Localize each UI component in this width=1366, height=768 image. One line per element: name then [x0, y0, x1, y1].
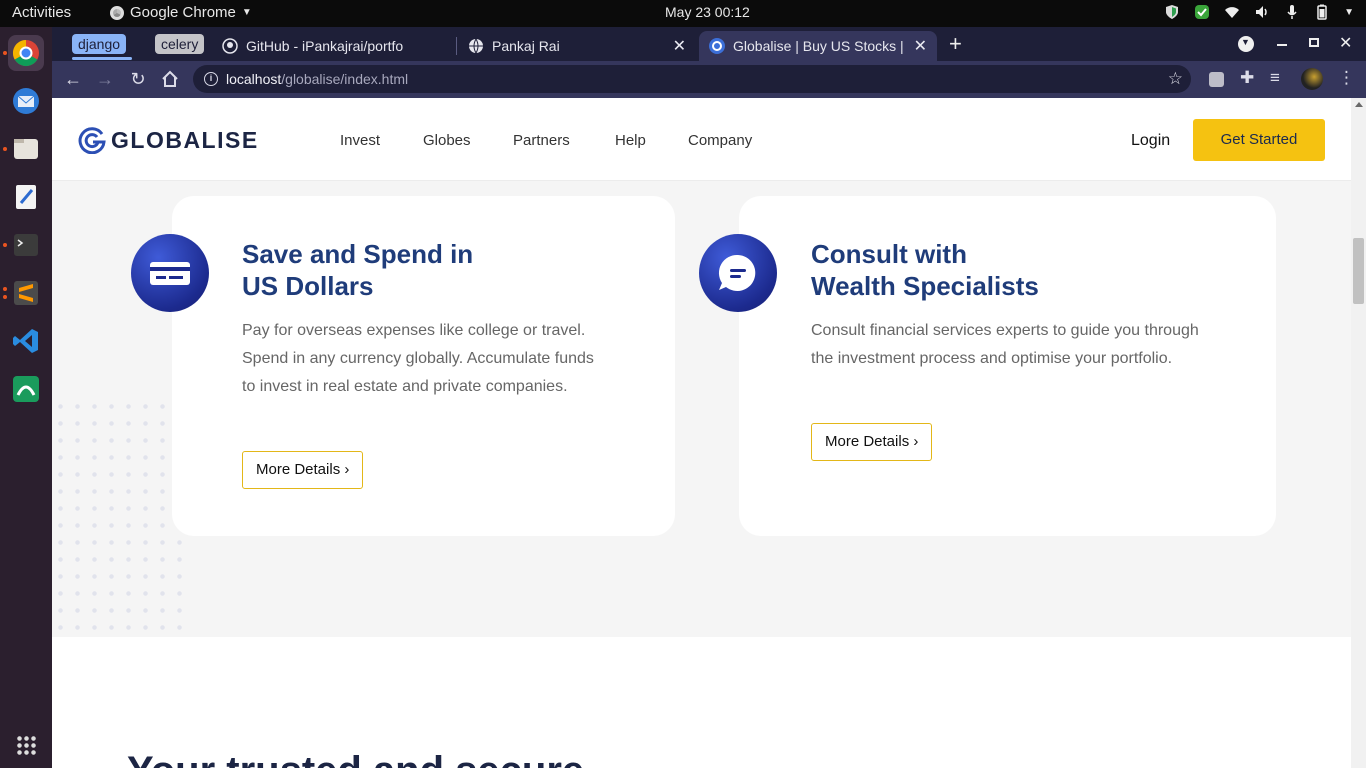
more-details-button[interactable]: More Details › — [242, 451, 364, 489]
app-green-icon[interactable] — [8, 371, 44, 407]
card-title: Save and Spend in US Dollars — [242, 239, 474, 301]
chat-bubble-icon — [699, 234, 777, 312]
get-started-button[interactable]: Get Started — [1193, 119, 1325, 161]
scrollbar-thumb[interactable] — [1353, 238, 1364, 304]
extensions-puzzle-icon[interactable]: ✚ — [1240, 68, 1254, 88]
tab-title: GitHub - iPankajrai/portfo — [246, 38, 404, 54]
close-tab-icon[interactable]: ✕ — [914, 36, 927, 56]
tab-globalise[interactable]: Globalise | Buy US Stocks | ✕ — [699, 31, 937, 61]
url-host: localhost — [226, 71, 282, 87]
thunderbird-icon[interactable] — [8, 83, 44, 119]
tab-separator — [456, 37, 457, 55]
back-icon[interactable]: ← — [62, 68, 84, 90]
text-editor-icon[interactable] — [8, 179, 44, 215]
files-icon[interactable] — [8, 131, 44, 167]
tab-title: Globalise | Buy US Stocks | — [733, 38, 904, 54]
card-description: Consult financial services experts to gu… — [811, 322, 1199, 367]
bookmark-star-icon[interactable]: ☆ — [1168, 65, 1183, 93]
tab-title: Pankaj Rai — [492, 38, 560, 54]
tab-strip: django celery GitHub - iPankajrai/portfo… — [52, 27, 1366, 61]
site-header: GLOBALISE Invest Globes Partners Help Co… — [52, 98, 1351, 180]
update-icon — [1195, 5, 1210, 19]
reload-icon[interactable]: ↻ — [127, 68, 149, 90]
globalise-logo-icon — [78, 127, 106, 154]
nav-company[interactable]: Company — [688, 132, 752, 149]
extension-screenshot-icon[interactable] — [1209, 72, 1224, 87]
nav-globes[interactable]: Globes — [423, 132, 471, 149]
show-applications-icon[interactable] — [16, 735, 36, 755]
nav-invest[interactable]: Invest — [340, 132, 380, 149]
close-window-icon[interactable]: ✕ — [1339, 33, 1352, 53]
chevron-down-icon: ▼ — [241, 7, 252, 18]
tab-search-button[interactable]: ▼ — [1238, 36, 1254, 52]
chrome-launcher-icon[interactable] — [8, 35, 44, 71]
github-icon — [222, 38, 238, 54]
chrome-menu-icon[interactable]: ⋮ — [1338, 68, 1355, 88]
home-icon[interactable] — [159, 68, 181, 90]
globe-icon — [469, 38, 483, 54]
login-link[interactable]: Login — [1131, 132, 1170, 150]
url-path: /globalise/index.html — [281, 71, 409, 87]
address-bar[interactable]: i localhost/globalise/index.html ☆ — [193, 65, 1191, 93]
forward-icon[interactable]: → — [94, 68, 116, 90]
system-tray[interactable]: ▼ — [1164, 4, 1354, 20]
trusted-section: Your trusted and secure — [52, 637, 1351, 768]
minimize-window-icon[interactable] — [1277, 44, 1287, 46]
microphone-icon — [1287, 5, 1297, 19]
clock[interactable]: May 23 00:12 — [665, 4, 750, 20]
app-menu-label: Google Chrome — [130, 4, 236, 21]
volume-icon — [1256, 6, 1267, 18]
more-details-button[interactable]: More Details › — [811, 423, 933, 461]
page-viewport: Save and Spend in US Dollars Pay for ove… — [52, 98, 1366, 768]
maximize-window-icon[interactable] — [1309, 38, 1319, 47]
nav-help[interactable]: Help — [615, 132, 646, 149]
close-tab-icon[interactable]: ✕ — [673, 36, 686, 56]
dock — [0, 27, 52, 768]
section-title: Your trusted and secure — [127, 749, 584, 768]
chevron-down-icon: ▼ — [1241, 37, 1250, 47]
tab-github[interactable]: GitHub - iPankajrai/portfo — [222, 31, 458, 61]
globalise-favicon — [709, 38, 725, 54]
browser-toolbar: ← → ↻ i localhost/globalise/index.html ☆… — [52, 61, 1366, 98]
media-control-icon[interactable]: ≡ — [1270, 68, 1280, 88]
activities-button[interactable]: Activities — [12, 4, 71, 21]
tab-group-celery[interactable]: celery — [155, 34, 205, 54]
card-description: Pay for overseas expenses like college o… — [242, 322, 594, 395]
page-scrollbar[interactable] — [1351, 98, 1366, 768]
card-title: Consult with Wealth Specialists — [811, 239, 1039, 301]
tab-pankaj-rai[interactable]: Pankaj Rai ✕ — [468, 31, 696, 61]
vscode-icon[interactable] — [8, 323, 44, 359]
scroll-up-arrow-icon[interactable] — [1355, 102, 1363, 107]
sublime-text-icon[interactable] — [8, 275, 44, 311]
system-top-bar: Activities Google Chrome ▼ May 23 00:12 … — [0, 0, 1366, 27]
brand-name: GLOBALISE — [111, 126, 259, 153]
terminal-icon[interactable] — [8, 227, 44, 263]
chrome-icon — [110, 5, 124, 20]
wifi-icon — [1225, 7, 1240, 18]
chevron-down-icon: ▼ — [1344, 6, 1354, 18]
new-tab-button[interactable]: + — [949, 31, 962, 57]
app-menu[interactable]: Google Chrome ▼ — [110, 4, 252, 21]
nav-partners[interactable]: Partners — [513, 132, 570, 149]
credit-card-icon — [131, 234, 209, 312]
profile-avatar[interactable] — [1301, 68, 1323, 90]
tab-group-django[interactable]: django — [72, 34, 127, 54]
site-info-icon[interactable]: i — [204, 72, 218, 86]
tab-group-underline — [72, 57, 132, 60]
battery-icon — [1317, 4, 1327, 20]
brand-logo[interactable]: GLOBALISE — [78, 126, 259, 154]
shield-icon — [1166, 5, 1179, 19]
